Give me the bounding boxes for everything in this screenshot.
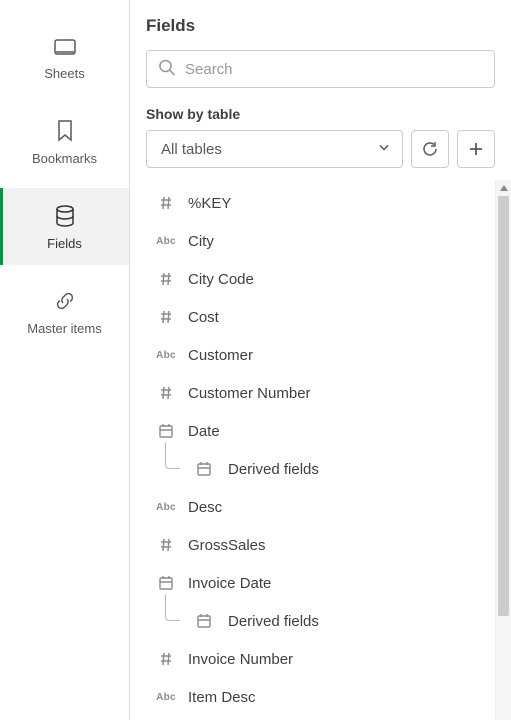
field-item[interactable]: %KEY <box>146 184 491 222</box>
refresh-button[interactable] <box>411 130 449 168</box>
field-list: %KEY Abc City City Code Cost Abc Customer Custo… <box>146 180 511 716</box>
field-label: City <box>188 233 214 250</box>
sidebar-item-fields[interactable]: Fields <box>0 188 129 265</box>
field-label: Cost <box>188 309 219 326</box>
sheets-icon <box>53 34 77 58</box>
field-list-wrap: %KEY Abc City City Code Cost Abc Customer Custo… <box>146 180 511 720</box>
field-item[interactable]: Invoice Number <box>146 640 491 678</box>
field-item[interactable]: Customer Number <box>146 374 491 412</box>
search-icon <box>158 59 176 80</box>
controls-row: All tables <box>146 130 495 168</box>
hash-icon <box>154 271 178 287</box>
text-type-icon: Abc <box>154 350 178 361</box>
sidebar-item-label: Master items <box>27 321 101 336</box>
search-wrap <box>146 50 495 88</box>
hash-icon <box>154 195 178 211</box>
field-label: Date <box>188 423 220 440</box>
sidebar-item-label: Fields <box>47 236 82 251</box>
calendar-icon <box>154 575 178 591</box>
hash-icon <box>154 537 178 553</box>
field-item[interactable]: GrossSales <box>146 526 491 564</box>
field-item[interactable]: Invoice Date <box>146 564 491 602</box>
field-label: Desc <box>188 499 222 516</box>
sidebar-item-label: Bookmarks <box>32 151 97 166</box>
text-type-icon: Abc <box>154 236 178 247</box>
database-icon <box>53 204 77 228</box>
field-item[interactable]: Abc Customer <box>146 336 491 374</box>
sidebar-item-label: Sheets <box>44 66 84 81</box>
link-icon <box>53 289 77 313</box>
fields-panel: Fields Show by table All tables %KEY Abc C… <box>130 0 511 720</box>
scroll-up-icon <box>496 180 511 196</box>
field-label: Customer <box>188 347 253 364</box>
field-label: Item Desc <box>188 689 256 706</box>
field-item[interactable]: Abc Item Desc <box>146 678 491 716</box>
table-select[interactable]: All tables <box>146 130 403 168</box>
field-item[interactable]: Abc Desc <box>146 488 491 526</box>
panel-title: Fields <box>146 16 495 36</box>
field-item[interactable]: Abc City <box>146 222 491 260</box>
calendar-icon <box>154 423 178 439</box>
field-item[interactable]: Derived fields <box>146 450 491 488</box>
field-item[interactable]: Derived fields <box>146 602 491 640</box>
field-item[interactable]: Date <box>146 412 491 450</box>
field-label: Derived fields <box>228 613 319 630</box>
add-button[interactable] <box>457 130 495 168</box>
sidebar-item-sheets[interactable]: Sheets <box>0 18 129 95</box>
show-by-table-label: Show by table <box>146 106 495 122</box>
sidebar-item-bookmarks[interactable]: Bookmarks <box>0 103 129 180</box>
hash-icon <box>154 385 178 401</box>
text-type-icon: Abc <box>154 502 178 513</box>
scrollbar[interactable] <box>495 180 511 720</box>
scroll-thumb[interactable] <box>498 196 509 616</box>
field-label: Customer Number <box>188 385 311 402</box>
refresh-icon <box>421 140 439 158</box>
sidebar-item-master-items[interactable]: Master items <box>0 273 129 350</box>
search-input[interactable] <box>146 50 495 88</box>
field-label: City Code <box>188 271 254 288</box>
plus-icon <box>468 141 484 157</box>
field-label: Invoice Date <box>188 575 271 592</box>
field-label: Derived fields <box>228 461 319 478</box>
hash-icon <box>154 651 178 667</box>
field-label: Invoice Number <box>188 651 293 668</box>
text-type-icon: Abc <box>154 692 178 703</box>
table-select-wrap: All tables <box>146 130 403 168</box>
left-sidebar: Sheets Bookmarks Fields Master items <box>0 0 130 720</box>
field-item[interactable]: City Code <box>146 260 491 298</box>
calendar-derived-icon <box>194 461 218 477</box>
field-label: GrossSales <box>188 537 266 554</box>
bookmark-icon <box>53 119 77 143</box>
hash-icon <box>154 309 178 325</box>
calendar-derived-icon <box>194 613 218 629</box>
field-label: %KEY <box>188 195 231 212</box>
field-item[interactable]: Cost <box>146 298 491 336</box>
